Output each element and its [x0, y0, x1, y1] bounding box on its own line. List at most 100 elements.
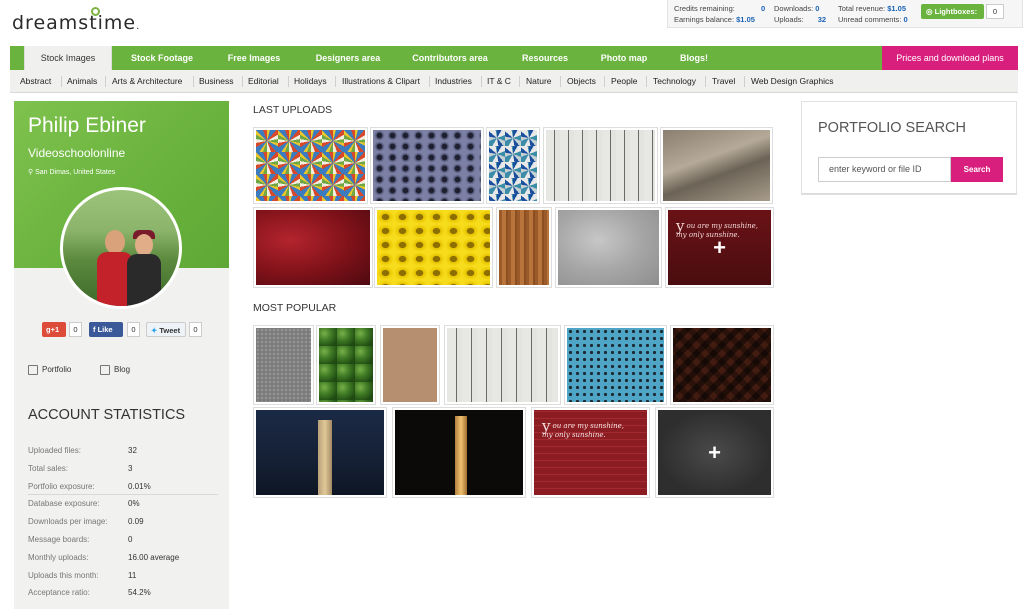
- earnings-value: $1.05: [736, 15, 755, 24]
- avatar: [60, 187, 182, 309]
- perforated-metal-image: [373, 130, 481, 201]
- category-abstract[interactable]: Abstract: [20, 70, 51, 93]
- embossed-pattern-image: [558, 210, 659, 285]
- prices-button[interactable]: Prices and download plans: [882, 46, 1018, 70]
- image-thumbnail[interactable]: [486, 127, 540, 204]
- category-nature[interactable]: Nature: [526, 70, 552, 93]
- more-popular-icon[interactable]: +: [708, 440, 721, 466]
- category-holidays[interactable]: Holidays: [294, 70, 327, 93]
- tweet-count: 0: [189, 322, 202, 337]
- sunshine-wall-image: y ou are my sunshine, my only sunshine. +: [668, 210, 771, 285]
- nav-contributors-area[interactable]: Contributors area: [402, 46, 498, 70]
- stat-row: Monthly uploads: 16.00 average: [28, 552, 180, 562]
- stat-row: Portfolio exposure: 0.01%: [28, 478, 218, 496]
- stat-row: Message boards: 0: [28, 534, 133, 544]
- image-thumbnail[interactable]: [392, 407, 526, 498]
- portfolio-search-input[interactable]: enter keyword or file ID: [818, 157, 951, 182]
- profile-username[interactable]: Videoschoolonline: [28, 146, 125, 160]
- uploads-value: 32: [817, 15, 827, 24]
- blue-mesh-image: [567, 328, 664, 402]
- lightboxes-button[interactable]: ◎ Lightboxes:: [921, 4, 984, 19]
- tweet-button[interactable]: ✦ Tweet: [146, 322, 186, 337]
- category-editorial[interactable]: Editorial: [248, 70, 279, 93]
- image-thumbnail[interactable]: [444, 325, 561, 405]
- stat-row: Acceptance ratio: 54.2%: [28, 588, 151, 598]
- stat-row: Total sales: 3: [28, 463, 133, 473]
- nav-stock-images[interactable]: Stock Images: [24, 46, 112, 72]
- portfolio-search-title: PORTFOLIO SEARCH: [818, 120, 966, 136]
- image-thumbnail[interactable]: [253, 325, 314, 405]
- image-thumbnail[interactable]: [660, 127, 773, 204]
- image-thumbnail[interactable]: [564, 325, 667, 405]
- image-thumbnail[interactable]: +: [655, 407, 774, 498]
- image-thumbnail[interactable]: [555, 207, 662, 288]
- portfolio-search-panel: PORTFOLIO SEARCH enter keyword or file I…: [801, 101, 1017, 195]
- nav-blogs[interactable]: Blogs!: [666, 46, 722, 70]
- image-thumbnail[interactable]: [253, 407, 387, 498]
- image-thumbnail[interactable]: [380, 325, 440, 405]
- category-people[interactable]: People: [611, 70, 637, 93]
- woven-wicker-image: [673, 328, 771, 402]
- category-itc[interactable]: IT & C: [487, 70, 511, 93]
- profile-location: San Dimas, United States: [35, 169, 116, 176]
- nav-designers-area[interactable]: Designers area: [302, 46, 394, 70]
- nav-free-images[interactable]: Free Images: [210, 46, 298, 70]
- category-travel[interactable]: Travel: [712, 70, 735, 93]
- image-thumbnail[interactable]: [543, 127, 658, 204]
- category-objects[interactable]: Objects: [567, 70, 596, 93]
- image-thumbnail[interactable]: [253, 127, 368, 204]
- image-thumbnail[interactable]: [316, 325, 376, 405]
- dark-stone-image: +: [658, 410, 771, 495]
- scratched-surface-image-2: [447, 328, 558, 402]
- most-popular-title: MOST POPULAR: [253, 302, 337, 314]
- more-uploads-icon[interactable]: +: [713, 235, 726, 261]
- mosaic-tile-image: [256, 130, 365, 201]
- last-uploads-title: LAST UPLOADS: [253, 104, 333, 116]
- category-technology[interactable]: Technology: [653, 70, 696, 93]
- blog-link[interactable]: Blog: [100, 363, 130, 377]
- uploads-label: Uploads:: [774, 15, 804, 24]
- category-animals[interactable]: Animals: [67, 70, 97, 93]
- scratched-surface-image: [546, 130, 655, 201]
- portfolio-icon: [28, 364, 38, 375]
- blog-icon: [100, 364, 110, 375]
- comments-value: 0: [903, 15, 908, 24]
- category-business[interactable]: Business: [199, 70, 234, 93]
- image-thumbnail[interactable]: y ou are my sunshine, my only sunshine. +: [665, 207, 774, 288]
- image-thumbnail[interactable]: [496, 207, 552, 288]
- logo-swirl-icon: [91, 7, 100, 16]
- portfolio-search-button[interactable]: Search: [951, 157, 1003, 182]
- category-illustrations[interactable]: Illustrations & Clipart: [342, 70, 420, 93]
- blue-mosaic-image: [489, 130, 537, 201]
- credits-label: Credits remaining:: [674, 4, 735, 13]
- nav-resources[interactable]: Resources: [506, 46, 584, 70]
- downloads-label: Downloads:: [774, 4, 814, 13]
- top-bar: dreamstime. Credits remaining: 0 Earning…: [0, 0, 1024, 44]
- facebook-like-button[interactable]: f Like: [89, 322, 123, 337]
- image-thumbnail[interactable]: y ou are my sunshine, my only sunshine.: [531, 407, 650, 498]
- clock-tower-night-image: [256, 410, 384, 495]
- image-thumbnail[interactable]: [374, 207, 493, 288]
- portfolio-galleries: LAST UPLOADS y ou are my sunshine, my only…: [253, 101, 778, 609]
- category-arts[interactable]: Arts & Architecture: [112, 70, 182, 93]
- revenue-value: $1.05: [887, 4, 906, 13]
- image-thumbnail[interactable]: [670, 325, 774, 405]
- portfolio-link[interactable]: Portfolio: [28, 363, 71, 377]
- stat-row: Uploads this month: 11: [28, 570, 137, 580]
- category-industries[interactable]: Industries: [435, 70, 472, 93]
- lightboxes-count: 0: [986, 4, 1004, 19]
- ivy-leaves-image: [319, 328, 373, 402]
- revenue-label: Total revenue:: [838, 4, 886, 13]
- profile-sidebar: Philip Ebiner Videoschoolonline ⚲ San Di…: [14, 101, 229, 609]
- tan-surface-image: [383, 328, 437, 402]
- nav-stock-footage[interactable]: Stock Footage: [118, 46, 206, 70]
- stat-row: Downloads per image: 0.09: [28, 517, 144, 527]
- dreamstime-logo[interactable]: dreamstime.: [12, 12, 140, 34]
- google-plus-button[interactable]: g+1: [42, 322, 66, 337]
- image-thumbnail[interactable]: [370, 127, 484, 204]
- nav-photo-map[interactable]: Photo map: [590, 46, 658, 70]
- image-thumbnail[interactable]: [253, 207, 373, 288]
- category-web-design[interactable]: Web Design Graphics: [751, 70, 834, 93]
- comments-label: Unread comments:: [838, 15, 902, 24]
- stat-row: Database exposure: 0%: [28, 499, 140, 509]
